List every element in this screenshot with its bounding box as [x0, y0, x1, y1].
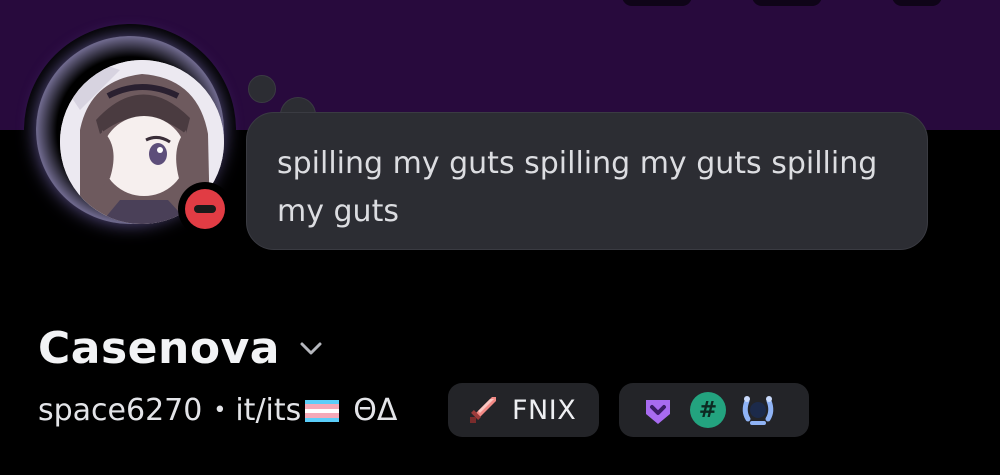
- nitro-badge-icon[interactable]: [637, 389, 679, 431]
- banner-decoration: [892, 0, 942, 6]
- banner-decoration: [752, 0, 822, 6]
- chevron-down-icon[interactable]: [298, 335, 324, 361]
- hashtag-badge-icon[interactable]: #: [687, 389, 729, 431]
- user-meta-row: space6270 • it/its ΘΔ: [38, 384, 397, 436]
- trans-flag-icon: [305, 400, 340, 423]
- name-row[interactable]: Casenova: [38, 318, 324, 378]
- status-indicator: [178, 182, 232, 236]
- pronoun-suffix: ΘΔ: [353, 392, 398, 428]
- custom-status-bubble[interactable]: spilling my guts spilling my guts spilli…: [246, 112, 928, 250]
- do-not-disturb-icon: [185, 189, 225, 229]
- separator: •: [213, 397, 227, 423]
- username[interactable]: space6270: [38, 393, 202, 428]
- display-name: Casenova: [38, 322, 280, 374]
- guild-tag[interactable]: FNIX: [448, 383, 599, 437]
- thought-bubble-dot: [248, 75, 276, 103]
- pixel-sword-icon: [466, 393, 500, 427]
- banner-decoration: [622, 0, 692, 6]
- laurel-badge-icon[interactable]: [737, 389, 779, 431]
- custom-status-text: spilling my guts spilling my guts spilli…: [277, 146, 878, 229]
- avatar-container[interactable]: [24, 24, 236, 236]
- pronouns: it/its: [235, 392, 302, 428]
- badge-list: #: [619, 383, 809, 437]
- guild-tag-label: FNIX: [512, 394, 577, 426]
